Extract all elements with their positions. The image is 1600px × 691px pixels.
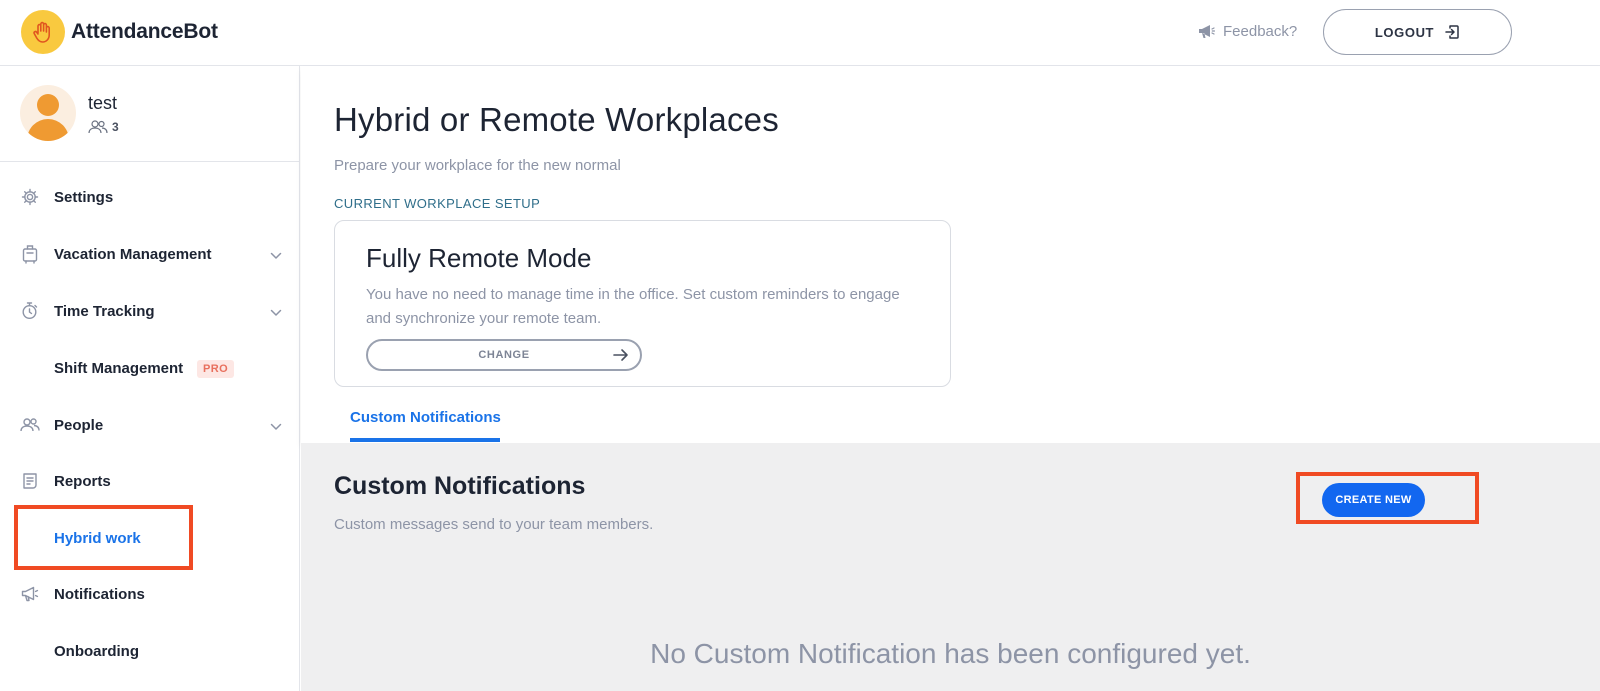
current-setup-label: CURRENT WORKPLACE SETUP <box>334 196 541 211</box>
raised-hand-icon <box>33 21 50 43</box>
tab-custom-notifications[interactable]: Custom Notifications <box>350 409 501 426</box>
create-new-highlight-box <box>1296 472 1479 524</box>
megaphone-icon <box>20 584 40 604</box>
sidebar-item-people[interactable]: People <box>0 405 300 445</box>
workplace-mode-card: Fully Remote Mode You have no need to ma… <box>334 220 951 387</box>
change-mode-button[interactable]: CHANGE <box>366 339 642 371</box>
chevron-down-icon[interactable] <box>270 247 282 265</box>
attendancebot-logo[interactable] <box>21 10 65 54</box>
section-title: Custom Notifications <box>334 472 586 500</box>
sidebar-item-onboarding[interactable]: Onboarding <box>0 631 300 671</box>
profile-panel[interactable]: test 3 <box>0 66 300 162</box>
mode-title: Fully Remote Mode <box>366 243 592 273</box>
sidebar-item-label: Notifications <box>54 585 145 603</box>
pro-badge: PRO <box>197 360 235 378</box>
team-icon <box>88 120 108 134</box>
megaphone-icon <box>1199 25 1215 38</box>
avatar[interactable] <box>20 85 76 141</box>
logout-button[interactable]: LOGOUT <box>1323 9 1512 55</box>
gear-icon <box>20 187 40 207</box>
people-icon <box>20 415 40 435</box>
page-title: Hybrid or Remote Workplaces <box>334 101 779 138</box>
section-subtitle: Custom messages send to your team member… <box>334 516 654 533</box>
sidebar-item-notifications[interactable]: Notifications <box>0 574 300 614</box>
avatar-head <box>37 94 59 116</box>
sidebar-item-label: Reports <box>54 472 111 490</box>
sidebar-item-label: Settings <box>54 188 114 206</box>
logout-icon <box>1445 25 1459 39</box>
sidebar-item-settings[interactable]: Settings <box>0 177 300 217</box>
page-subtitle: Prepare your workplace for the new norma… <box>334 157 621 174</box>
luggage-icon <box>20 244 40 264</box>
sidebar-item-time-tracking[interactable]: Time Tracking <box>0 291 300 331</box>
top-header: AttendanceBot Feedback? LOGOUT <box>0 0 1600 66</box>
brand-name: AttendanceBot <box>71 20 218 43</box>
stopwatch-icon <box>20 301 40 321</box>
member-count-value: 3 <box>112 120 119 134</box>
active-tab-indicator <box>350 438 500 442</box>
mode-description: You have no need to manage time in the o… <box>366 286 900 327</box>
hybrid-work-highlight-box <box>14 505 193 570</box>
sidebar-item-vacation-management[interactable]: Vacation Management <box>0 234 300 274</box>
username: test <box>88 93 118 113</box>
reports-icon <box>20 471 40 491</box>
logout-label: LOGOUT <box>1374 24 1435 40</box>
sidebar-item-reports[interactable]: Reports <box>0 461 300 501</box>
sidebar-item-label: Shift Management <box>54 359 184 377</box>
member-count: 3 <box>88 120 119 134</box>
sidebar-item-label: People <box>54 416 104 434</box>
change-label: CHANGE <box>478 349 530 361</box>
avatar-body <box>27 119 69 141</box>
empty-state-message: No Custom Notification has been configur… <box>650 638 1251 669</box>
chevron-down-icon[interactable] <box>270 418 282 436</box>
feedback-link[interactable]: Feedback? <box>1198 23 1297 40</box>
sidebar-item-label: Time Tracking <box>54 302 155 320</box>
feedback-label: Feedback? <box>1223 23 1298 40</box>
sidebar: test 3 Settings Vacation Management Time… <box>0 66 300 691</box>
arrow-right-icon <box>613 349 628 361</box>
chevron-down-icon[interactable] <box>270 304 282 322</box>
sidebar-item-shift-management[interactable]: Shift Management PRO <box>0 348 300 388</box>
sidebar-item-label: Onboarding <box>54 642 139 660</box>
sidebar-item-label: Vacation Management <box>54 245 212 263</box>
